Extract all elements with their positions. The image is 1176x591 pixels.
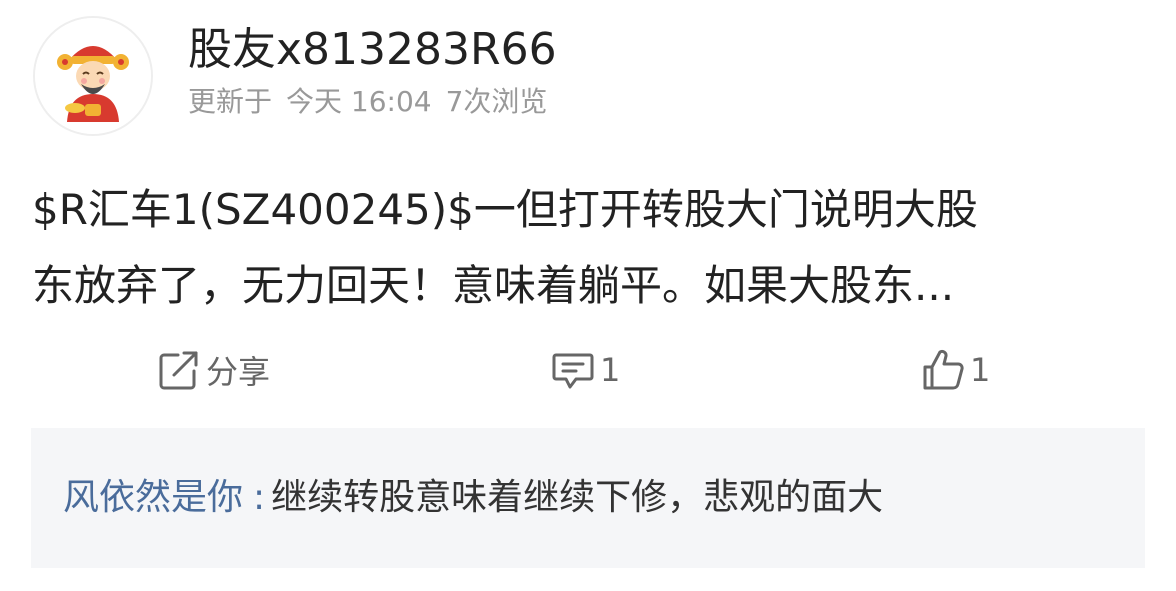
post-content[interactable]: $R汇车1(SZ400245)$一但打开转股大门说明大股 东放弃了，无力回天！意… xyxy=(32,172,1142,324)
share-label: 分享 xyxy=(206,353,271,391)
thumbs-up-icon xyxy=(923,349,964,390)
action-bar: 分享 1 1 xyxy=(0,340,1176,400)
comment-count: 1 xyxy=(600,351,621,389)
fortune-god-avatar-icon xyxy=(35,18,151,134)
post-card: 股友x813283R66 更新于 今天 16:04 7次浏览 $R汇车1(SZ400… xyxy=(0,0,1176,591)
comment-author[interactable]: 风依然是你 xyxy=(63,477,243,518)
comment-button[interactable]: 1 xyxy=(550,346,620,394)
comment-icon xyxy=(552,353,594,389)
comment-preview[interactable]: 风依然是你: 继续转股意味着继续下修，悲观的面大 xyxy=(31,428,1145,568)
like-count: 1 xyxy=(970,351,991,389)
comment-item: 风依然是你: 继续转股意味着继续下修，悲观的面大 xyxy=(63,474,883,522)
view-count: 7次浏览 xyxy=(445,85,548,118)
share-button[interactable]: 分享 xyxy=(156,346,270,394)
username[interactable]: 股友x813283R66 xyxy=(188,22,557,78)
share-icon xyxy=(159,351,198,390)
post-time: 今天 16:04 xyxy=(286,85,432,118)
comment-separator: : xyxy=(253,477,266,518)
post-meta: 更新于 今天 16:04 7次浏览 xyxy=(188,84,561,120)
comment-text: 继续转股意味着继续下修，悲观的面大 xyxy=(271,477,884,518)
post-content-line: 东放弃了，无力回天！意味着躺平。如果大股东... xyxy=(32,261,955,310)
updated-label: 更新于 xyxy=(188,85,273,118)
like-button[interactable]: 1 xyxy=(920,346,990,394)
post-content-line: $R汇车1(SZ400245)$一但打开转股大门说明大股 xyxy=(32,185,978,234)
avatar[interactable] xyxy=(33,16,153,136)
